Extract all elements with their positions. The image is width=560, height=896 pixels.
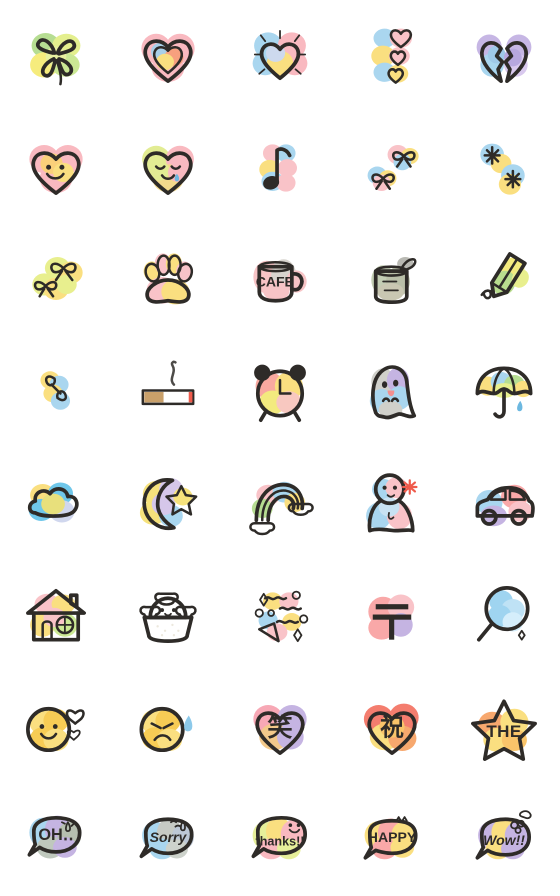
broken-heart-icon [467, 19, 541, 93]
emoji-cell-two-ribbons[interactable] [336, 112, 448, 224]
four-leaf-clover-icon [19, 19, 93, 93]
emoji-cell-paw-print[interactable] [112, 224, 224, 336]
emoji-cell-cloud[interactable] [0, 448, 112, 560]
alarm-clock-icon [243, 355, 317, 429]
emoji-cell-alarm-clock[interactable] [224, 336, 336, 448]
two-ribbons-icon [355, 131, 429, 205]
sparkle-dots-icon [467, 131, 541, 205]
emoji-sticker-grid: CAFE 笑 祝 THE OH‥ Sorry thanks!! HAPPY Wo… [0, 0, 560, 896]
heart-warau-icon: 笑 [243, 691, 317, 765]
cigarette-icon [131, 355, 205, 429]
umbrella-icon [467, 355, 541, 429]
emoji-cell-car[interactable] [448, 448, 560, 560]
bubble-oh-icon: OH‥ [19, 803, 93, 877]
emoji-cell-canned-food[interactable] [336, 224, 448, 336]
cloud-icon [19, 467, 93, 541]
emoji-cell-sparkle-dots[interactable] [448, 112, 560, 224]
emoji-cell-star-the[interactable]: THE [448, 672, 560, 784]
emoji-cell-growing-hearts[interactable] [336, 0, 448, 112]
emoji-cell-frustrated-face-sweat[interactable] [112, 672, 224, 784]
sparkling-heart-icon [243, 19, 317, 93]
bubble-thanks-icon: thanks!! [243, 803, 317, 877]
rainbow-icon [243, 467, 317, 541]
crying-heart-face-icon [131, 131, 205, 205]
canned-food-icon [355, 243, 429, 317]
emoji-cell-ghost[interactable] [336, 336, 448, 448]
heart-iwai-icon: 祝 [355, 691, 429, 765]
emoji-cell-pudding[interactable] [112, 560, 224, 672]
bubble-thanks-text: thanks!! [256, 835, 305, 849]
happy-face-hearts-icon [19, 691, 93, 765]
bubble-wow-icon: Wow!! [467, 803, 541, 877]
star-the-icon: THE [467, 691, 541, 765]
heart-warau-text: 笑 [267, 713, 292, 742]
emoji-cell-magnifying-glass[interactable] [448, 560, 560, 672]
emoji-cell-broken-heart[interactable] [448, 0, 560, 112]
emoji-cell-bubble-wow[interactable]: Wow!! [448, 784, 560, 896]
pencil-icon [467, 243, 541, 317]
bubble-happy-text: HAPPY [368, 829, 417, 845]
emoji-cell-smiling-heart-face[interactable] [0, 112, 112, 224]
ghost-icon [355, 355, 429, 429]
bubble-oh-text: OH‥ [38, 826, 73, 844]
paw-print-icon [131, 243, 205, 317]
emoji-cell-double-heart[interactable] [112, 0, 224, 112]
crescent-moon-star-icon [131, 467, 205, 541]
smiling-heart-face-icon [19, 131, 93, 205]
emoji-cell-cafe-mug[interactable]: CAFE [224, 224, 336, 336]
emoji-cell-happy-face-hearts[interactable] [0, 672, 112, 784]
growing-hearts-icon [355, 19, 429, 93]
emoji-cell-bubble-sorry[interactable]: Sorry [112, 784, 224, 896]
emoji-cell-umbrella[interactable] [448, 336, 560, 448]
emoji-cell-bubble-thanks[interactable]: thanks!! [224, 784, 336, 896]
emoji-cell-rainbow[interactable] [224, 448, 336, 560]
emoji-cell-cigarette[interactable] [112, 336, 224, 448]
emoji-cell-house[interactable] [0, 560, 112, 672]
emoji-cell-music-note[interactable] [224, 112, 336, 224]
emoji-cell-four-leaf-clover[interactable] [0, 0, 112, 112]
small-bow-icon [19, 355, 93, 429]
bubble-sorry-text: Sorry [150, 829, 188, 845]
emoji-cell-teru-teru-bozu[interactable] [336, 448, 448, 560]
emoji-cell-postal-mark[interactable] [336, 560, 448, 672]
emoji-cell-sparkling-heart[interactable] [224, 0, 336, 112]
confetti-icon [243, 579, 317, 653]
cafe-mug-icon: CAFE [243, 243, 317, 317]
magnifying-glass-icon [467, 579, 541, 653]
bubble-wow-text: Wow!! [483, 832, 525, 848]
cafe-mug-text: CAFE [256, 274, 294, 290]
bubble-sorry-icon: Sorry [131, 803, 205, 877]
emoji-cell-heart-iwai[interactable]: 祝 [336, 672, 448, 784]
emoji-cell-crying-heart-face[interactable] [112, 112, 224, 224]
emoji-cell-pencil[interactable] [448, 224, 560, 336]
emoji-cell-confetti[interactable] [224, 560, 336, 672]
frustrated-face-sweat-icon [131, 691, 205, 765]
ribbon-bow-icon [19, 243, 93, 317]
emoji-cell-bubble-oh[interactable]: OH‥ [0, 784, 112, 896]
emoji-cell-ribbon-bow[interactable] [0, 224, 112, 336]
star-the-text: THE [486, 722, 521, 741]
double-heart-icon [131, 19, 205, 93]
emoji-cell-small-bow[interactable] [0, 336, 112, 448]
teru-teru-bozu-icon [355, 467, 429, 541]
music-note-icon [243, 131, 317, 205]
postal-mark-icon [355, 579, 429, 653]
emoji-cell-bubble-happy[interactable]: HAPPY [336, 784, 448, 896]
bubble-happy-icon: HAPPY [355, 803, 429, 877]
pudding-icon [131, 579, 205, 653]
heart-iwai-text: 祝 [380, 715, 404, 742]
emoji-cell-crescent-moon-star[interactable] [112, 448, 224, 560]
house-icon [19, 579, 93, 653]
emoji-cell-heart-warau[interactable]: 笑 [224, 672, 336, 784]
car-icon [467, 467, 541, 541]
